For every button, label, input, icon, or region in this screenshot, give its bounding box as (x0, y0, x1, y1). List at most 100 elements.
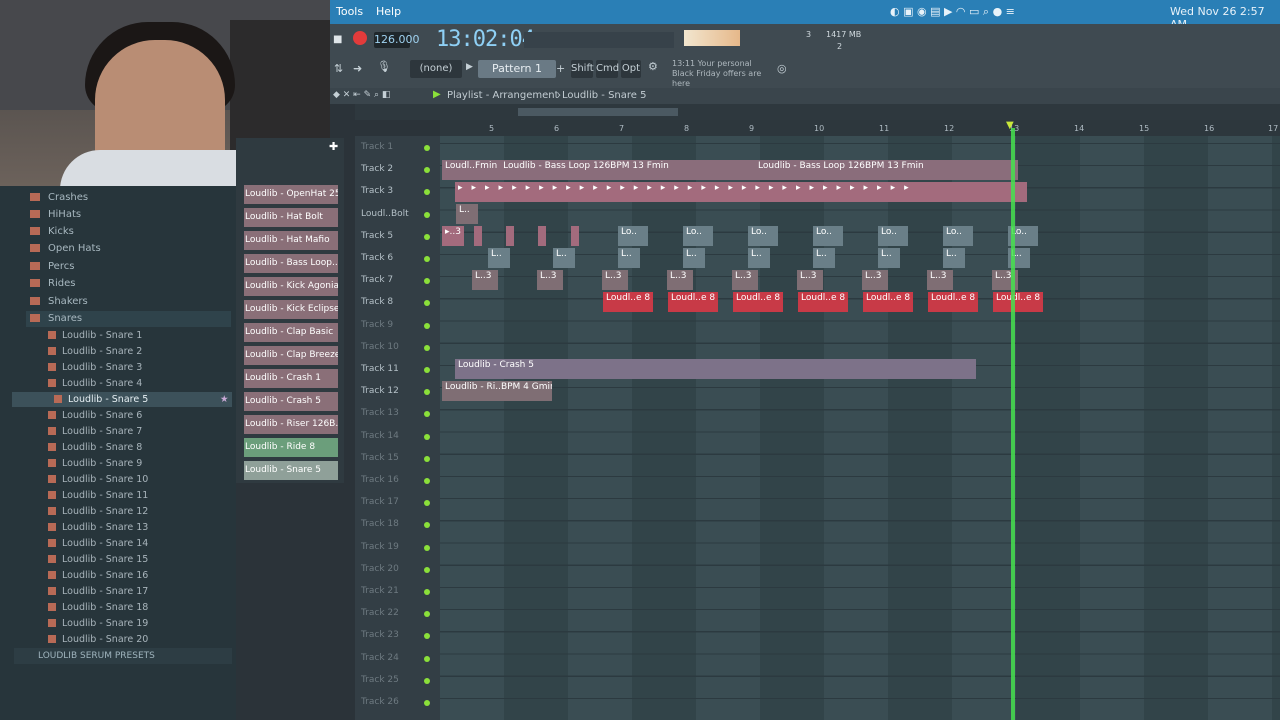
track-label[interactable]: Track 12 (361, 386, 399, 396)
clip-l[interactable]: L.. (813, 248, 835, 268)
record-icon[interactable] (353, 31, 367, 45)
track-label[interactable]: Track 25 (361, 675, 399, 685)
channel-button[interactable]: Loudlib - Crash 1 (244, 369, 338, 388)
track-mute-led[interactable] (424, 677, 430, 684)
clip-l[interactable]: L.. (618, 248, 640, 268)
clip-ride[interactable]: Loudl..e 8 (603, 292, 653, 312)
clip-ride[interactable]: Loudl..e 8 (993, 292, 1043, 312)
mic-icon[interactable]: 🎙 (377, 60, 391, 73)
shift-button[interactable]: Shift (571, 60, 594, 78)
folder-kicks[interactable]: Kicks (30, 224, 74, 240)
browser-file-selected[interactable]: Loudlib - Snare 5 ★ (12, 392, 232, 407)
clip-hat-bolt[interactable]: L.. (456, 204, 478, 224)
browser-file[interactable]: Loudlib - Snare 3 (48, 360, 142, 375)
track-label[interactable]: Track 10 (361, 342, 399, 352)
clip-kick[interactable] (506, 226, 514, 246)
browser-file[interactable]: Loudlib - Snare 16 (48, 568, 148, 583)
help-icon[interactable]: ⚙ (648, 60, 658, 73)
browser-file[interactable]: Loudlib - Snare 12 (48, 504, 148, 519)
clip-l3[interactable]: L..3 (862, 270, 888, 290)
track-label[interactable]: Track 22 (361, 608, 399, 618)
playhead-marker-icon[interactable]: ▼ (1006, 120, 1014, 131)
track-label[interactable]: Track 16 (361, 475, 399, 485)
clip-hat-pattern[interactable]: ▸▸▸▸▸▸▸▸▸▸▸▸▸▸▸▸▸▸▸▸▸▸▸▸▸▸▸▸▸▸▸▸▸▸ (455, 182, 1027, 202)
track-mute-led[interactable] (424, 256, 430, 262)
cmd-button[interactable]: Cmd (596, 60, 619, 78)
channel-button[interactable]: Loudlib - Kick Eclipse (244, 300, 338, 319)
horizontal-scrollbar-thumb[interactable] (518, 108, 678, 116)
track-label[interactable]: Loudl..Bolt (361, 209, 409, 219)
browser-file[interactable]: Loudlib - Snare 17 (48, 584, 148, 599)
channel-button[interactable]: Loudlib - Hat Mafio (244, 231, 338, 250)
clip-crash[interactable]: Loudlib - Crash 5 (455, 359, 976, 379)
clip-lo[interactable]: Lo.. (683, 226, 713, 246)
channel-button[interactable]: Loudlib - Snare 5 (244, 461, 338, 480)
browser-file[interactable]: Loudlib - Snare 19 (48, 616, 148, 631)
stop-icon[interactable]: ■ (333, 34, 342, 45)
browser-file[interactable]: Loudlib - Snare 11 (48, 488, 148, 503)
track-label[interactable]: Track 8 (361, 297, 393, 307)
play-icon[interactable]: ▶ (433, 89, 441, 100)
channel-button[interactable]: Loudlib - Bass Loop.. (244, 254, 338, 273)
track-label[interactable]: Track 17 (361, 497, 399, 507)
folder-snares[interactable]: Snares (26, 311, 231, 327)
arrow-right-icon[interactable]: ➜ (353, 62, 362, 75)
track-label[interactable]: Track 20 (361, 564, 399, 574)
pattern-selector[interactable]: Pattern 1 (478, 60, 556, 78)
browser-bottom-folder[interactable]: LOUDLIB SERUM PRESETS (14, 648, 232, 664)
track-label[interactable]: Track 23 (361, 630, 399, 640)
track-label[interactable]: Track 6 (361, 253, 393, 263)
clip-l[interactable]: L.. (943, 248, 965, 268)
track-mute-led[interactable] (424, 589, 430, 595)
folder-crashes[interactable]: Crashes (30, 190, 88, 206)
track-mute-led[interactable] (424, 233, 430, 240)
browser-file[interactable]: Loudlib - Snare 15 (48, 552, 148, 567)
track-label[interactable]: Track 24 (361, 653, 399, 663)
clip-ride[interactable]: Loudl..e 8 (798, 292, 848, 312)
clip-l[interactable]: L.. (683, 248, 705, 268)
playhead[interactable] (1011, 128, 1015, 720)
clip-lo[interactable]: Lo.. (618, 226, 648, 246)
play-pattern-icon[interactable]: ▶ (466, 62, 473, 72)
track-label[interactable]: Track 14 (361, 431, 399, 441)
clip-l3[interactable]: L..3 (927, 270, 953, 290)
track-mute-led[interactable] (424, 544, 430, 551)
clip-ride[interactable]: Loudl..e 8 (928, 292, 978, 312)
folder-percs[interactable]: Percs (30, 259, 74, 275)
browser-file[interactable]: Loudlib - Snare 1 (48, 328, 142, 343)
folder-hihats[interactable]: HiHats (30, 207, 81, 223)
track-label[interactable]: Track 18 (361, 519, 399, 529)
browser-file[interactable]: Loudlib - Snare 13 (48, 520, 148, 535)
clip-ride[interactable]: Loudl..e 8 (668, 292, 718, 312)
clip-ride[interactable]: Loudl..e 8 (733, 292, 783, 312)
clip-l3[interactable]: L..3 (732, 270, 758, 290)
browser-file[interactable]: Loudlib - Snare 7 (48, 424, 142, 439)
folder-shakers[interactable]: Shakers (30, 294, 88, 310)
track-label[interactable]: Track 2 (361, 164, 393, 174)
track-label[interactable]: Track 21 (361, 586, 399, 596)
plus-icon[interactable]: + (556, 62, 565, 75)
clip-kick[interactable] (571, 226, 579, 246)
track-label[interactable]: Track 11 (361, 364, 399, 374)
channel-button[interactable]: Loudlib - Hat Bolt (244, 208, 338, 227)
browser-file[interactable]: Loudlib - Snare 18 (48, 600, 148, 615)
clip-ride[interactable]: Loudl..e 8 (863, 292, 913, 312)
track-mute-led[interactable] (424, 455, 430, 462)
clip-l3[interactable]: L..3 (797, 270, 823, 290)
playlist-scroll-bar[interactable] (355, 104, 1280, 120)
clip-lo[interactable]: Lo.. (878, 226, 908, 246)
browser-file[interactable]: Loudlib - Snare 6 (48, 408, 142, 423)
clip-l3[interactable]: L..3 (602, 270, 628, 290)
clip-lo[interactable]: Lo.. (943, 226, 973, 246)
playlist-tools-icons[interactable]: ◆ ✕ ⇤ ✎ ⌕ ◧ (333, 90, 390, 100)
channel-button[interactable]: Loudlib - OpenHat 25 (244, 185, 338, 204)
channel-button-selected[interactable]: Loudlib - Ride 8 (244, 438, 338, 457)
browser-file[interactable]: Loudlib - Snare 4 (48, 376, 142, 391)
clip-l[interactable]: L.. (488, 248, 510, 268)
track-mute-led[interactable] (424, 344, 430, 351)
browser-file[interactable]: Loudlib - Snare 20 (48, 632, 148, 647)
track-label[interactable]: Track 7 (361, 275, 393, 285)
clip-lo[interactable]: Lo.. (748, 226, 778, 246)
clip-l3[interactable]: L..3 (472, 270, 498, 290)
track-mute-led[interactable] (424, 566, 430, 573)
